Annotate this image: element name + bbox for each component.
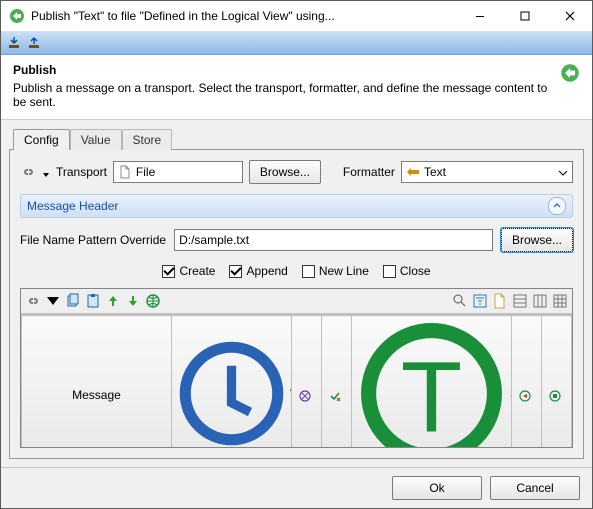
grid-table-wrap[interactable]: Message Value TStore -Text (Message)Proc… (21, 314, 572, 447)
file-icon (118, 165, 132, 179)
col-check2-icon[interactable] (322, 316, 352, 448)
collapse-chevron-icon[interactable] (548, 197, 566, 215)
checkbox-icon (302, 265, 315, 278)
ok-button[interactable]: Ok (392, 476, 482, 500)
cancel-button[interactable]: Cancel (490, 476, 580, 500)
tab-store[interactable]: Store (122, 129, 173, 150)
grid-view2-icon[interactable] (532, 293, 548, 309)
tab-value[interactable]: Value (70, 129, 122, 150)
copy-icon[interactable] (65, 293, 81, 309)
link-icon[interactable] (20, 164, 36, 180)
file-pattern-row: File Name Pattern Override Browse... (20, 228, 573, 252)
close-checkbox[interactable]: Close (383, 264, 431, 278)
header-panel: Publish Publish a message on a transport… (1, 55, 592, 120)
titlebar: Publish "Text" to file "Defined in the L… (1, 1, 592, 32)
message-header-section[interactable]: Message Header (20, 194, 573, 218)
file-options-row: Create Append New Line Close (20, 264, 573, 278)
close-label: Close (400, 264, 431, 278)
file-pattern-browse-button[interactable]: Browse... (501, 228, 573, 252)
transport-browse-button[interactable]: Browse... (249, 160, 321, 184)
append-label: Append (246, 264, 287, 278)
publish-header-icon (560, 63, 580, 86)
chevron-down-icon (558, 167, 568, 177)
header-title: Publish (13, 63, 550, 77)
grid-toolbar (21, 289, 572, 314)
checkbox-icon (162, 265, 175, 278)
formatter-label: Formatter (343, 165, 395, 179)
find-icon[interactable] (452, 293, 468, 309)
newline-checkbox[interactable]: New Line (302, 264, 369, 278)
transport-formatter-row: Transport File Browse... Formatter Text (20, 160, 573, 184)
header-description: Publish a message on a transport. Select… (13, 81, 550, 109)
col-check1-icon[interactable] (292, 316, 322, 448)
checkbox-icon (229, 265, 242, 278)
col-store[interactable]: TStore (352, 316, 512, 448)
transport-label: Transport (56, 165, 107, 179)
tab-config[interactable]: Config (13, 129, 70, 150)
link-menu-caret-icon[interactable] (42, 168, 50, 176)
col-message[interactable]: Message (22, 316, 172, 448)
create-label: Create (179, 264, 215, 278)
formatter-icon (406, 165, 420, 179)
svg-text:T: T (401, 341, 463, 447)
export-icon[interactable] (27, 36, 41, 50)
header-text: Publish Publish a message on a transport… (13, 63, 550, 109)
paste-icon[interactable] (85, 293, 101, 309)
import-icon[interactable] (7, 36, 21, 50)
tab-bar: Config Value Store (13, 128, 584, 149)
arrow-down-icon[interactable] (125, 293, 141, 309)
dialog-body: Config Value Store Transport File (1, 120, 592, 467)
col-d2-icon[interactable] (542, 316, 572, 448)
create-checkbox[interactable]: Create (162, 264, 215, 278)
col-d1-icon[interactable] (512, 316, 542, 448)
checkbox-icon (383, 265, 396, 278)
close-button[interactable] (547, 1, 592, 31)
window-title: Publish "Text" to file "Defined in the L… (31, 9, 457, 23)
grid-caret-icon[interactable] (45, 293, 61, 309)
newline-label: New Line (319, 264, 369, 278)
col-value[interactable]: Value (172, 316, 292, 448)
grid-link-icon[interactable] (25, 293, 41, 309)
grid-header-row: Message Value TStore (22, 316, 572, 448)
filter-icon[interactable] (472, 293, 488, 309)
config-page: Transport File Browse... Formatter Text (9, 149, 584, 459)
publish-app-icon (9, 8, 25, 24)
dialog-window: Publish "Text" to file "Defined in the L… (0, 0, 593, 509)
window-buttons (457, 1, 592, 31)
transport-field[interactable]: File (113, 161, 243, 183)
transport-value: File (136, 165, 238, 179)
maximize-button[interactable] (502, 1, 547, 31)
file-pattern-input[interactable] (174, 229, 493, 251)
minimize-button[interactable] (457, 1, 502, 31)
grid-view3-icon[interactable] (552, 293, 568, 309)
message-grid: Message Value TStore -Text (Message)Proc… (20, 288, 573, 448)
arrow-up-icon[interactable] (105, 293, 121, 309)
new-doc-icon[interactable] (492, 293, 508, 309)
append-checkbox[interactable]: Append (229, 264, 287, 278)
grid-table: Message Value TStore -Text (Message)Proc… (21, 315, 572, 447)
grid-view1-icon[interactable] (512, 293, 528, 309)
dialog-footer: Ok Cancel (1, 467, 592, 508)
dialog-toolbar (1, 32, 592, 55)
globe-icon[interactable] (145, 293, 161, 309)
file-pattern-label: File Name Pattern Override (20, 233, 166, 247)
message-header-title: Message Header (27, 199, 118, 213)
formatter-select[interactable]: Text (401, 161, 573, 183)
formatter-value: Text (424, 165, 558, 179)
